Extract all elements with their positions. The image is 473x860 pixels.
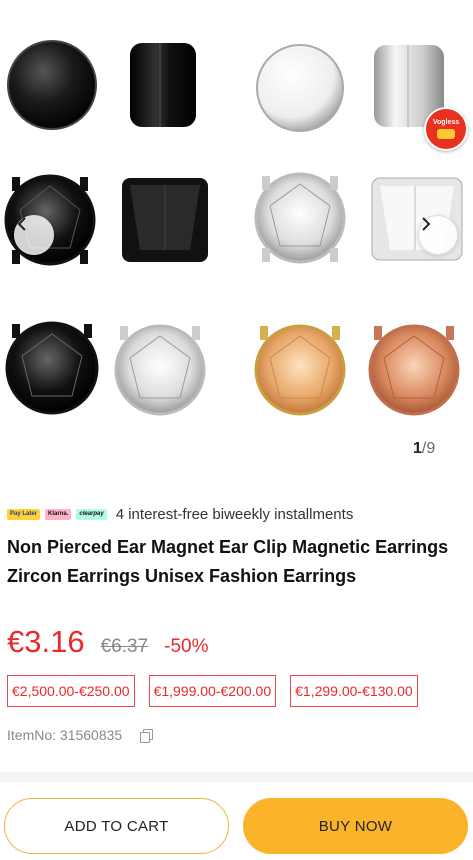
coupon[interactable]: €2,500.00-€250.00 [7, 675, 135, 707]
bottom-action-bar: ADD TO CART BUY NOW [0, 782, 473, 860]
section-divider [0, 772, 473, 782]
discount-badge: -50% [164, 636, 209, 657]
original-price: €6.37 [100, 636, 149, 657]
price-row: €3.16 €6.37 -50% [7, 624, 208, 660]
product-image-gallery[interactable]: Vogless 1/9 [0, 0, 473, 470]
copy-icon[interactable] [140, 728, 154, 743]
clearpay-logo: clearpay [76, 508, 107, 520]
gallery-total: /9 [421, 440, 436, 457]
product-title: Non Pierced Ear Magnet Ear Clip Magnetic… [7, 537, 449, 586]
product-image [4, 40, 463, 416]
gallery-next-button[interactable] [418, 215, 458, 255]
installment-text: 4 interest-free biweekly installments [115, 505, 354, 523]
chevron-left-icon [17, 217, 26, 231]
coupon[interactable]: €1,999.00-€200.00 [148, 675, 277, 707]
item-number: ItemNo: 31560835 [7, 727, 123, 743]
brand-badge-label: Vogless [432, 119, 460, 126]
gallery-current-index: 1 [413, 440, 422, 457]
brand-badge[interactable]: Vogless [424, 107, 468, 151]
chevron-right-icon [422, 217, 431, 231]
add-to-cart-button[interactable]: ADD TO CART [4, 798, 229, 854]
gallery-prev-button[interactable] [14, 215, 54, 255]
coin-icon [437, 129, 455, 139]
coupon[interactable]: €1,299.00-€130.00 [290, 675, 418, 707]
gallery-counter: 1/9 [413, 440, 435, 458]
paypal-paylater-logo: Pay Later [7, 508, 41, 520]
klarna-logo: Klarna. [45, 508, 72, 520]
installment-row[interactable]: Pay Later Klarna. clearpay 4 interest-fr… [7, 503, 353, 525]
coupon-list: €2,500.00-€250.00 €1,999.00-€200.00 €1,2… [7, 675, 432, 707]
current-price: €3.16 [7, 624, 85, 659]
item-number-row: ItemNo: 31560835 [7, 727, 154, 743]
buy-now-button[interactable]: BUY NOW [243, 798, 468, 854]
